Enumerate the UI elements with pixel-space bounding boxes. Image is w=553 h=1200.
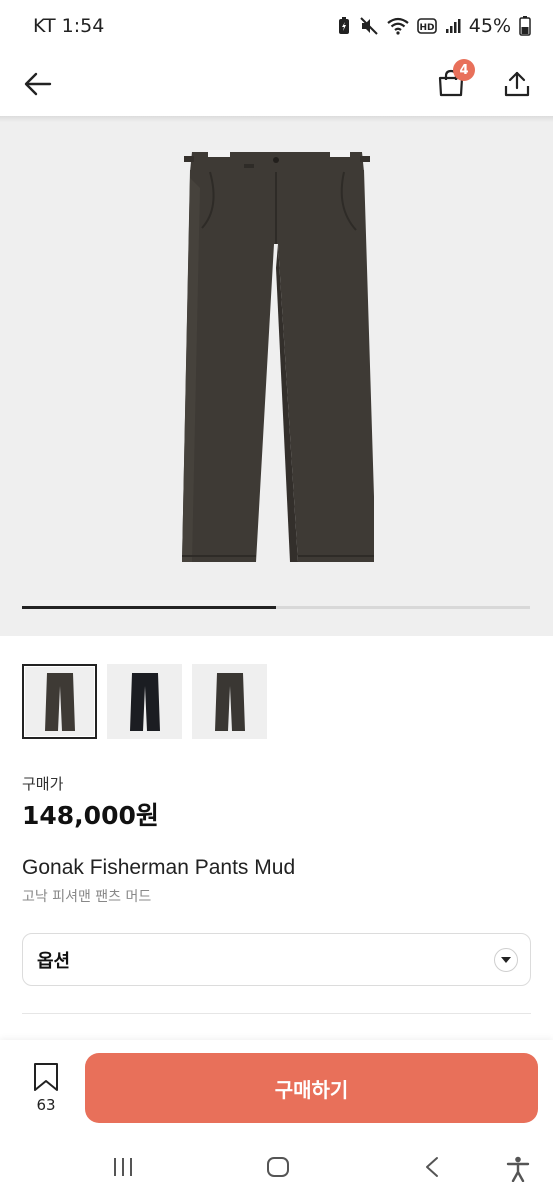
home-button[interactable] (266, 1156, 290, 1178)
signal-icon (445, 18, 461, 34)
carrier-time: KT 1:54 (33, 15, 105, 37)
status-bar: KT 1:54 HD 45% (0, 0, 553, 52)
accessibility-icon (506, 1156, 530, 1182)
product-name-ko: 고낙 피셔맨 팬츠 머드 (22, 889, 152, 905)
recent-apps-icon (114, 1158, 132, 1176)
share-icon (504, 71, 530, 97)
pants-image (182, 150, 374, 562)
price-value: 148,000원 (22, 801, 159, 830)
status-icons: HD 45% (337, 15, 531, 37)
cart-count-badge: 4 (453, 59, 475, 81)
back-nav-button[interactable] (424, 1156, 440, 1178)
thumbnail-3[interactable] (192, 664, 267, 739)
product-image-gallery[interactable] (0, 116, 553, 636)
hero-shadow (0, 116, 553, 122)
chevron-left-icon (426, 1157, 438, 1177)
system-nav-bar (0, 1138, 553, 1200)
bottom-action-bar: 63 구매하기 (0, 1040, 553, 1138)
thumbnail-list (22, 664, 267, 739)
cart-button[interactable]: 4 (437, 59, 475, 99)
arrow-left-icon (24, 72, 52, 96)
pants-thumbnail (44, 672, 75, 731)
gallery-progress-bar (22, 606, 530, 609)
pants-thumbnail (214, 672, 245, 731)
battery-icon (519, 16, 531, 36)
pants-thumbnail (129, 672, 160, 731)
bookmark-count: 63 (36, 1096, 56, 1114)
recent-apps-button[interactable] (112, 1156, 134, 1178)
wifi-icon (387, 17, 409, 35)
home-icon (267, 1157, 289, 1177)
svg-text:HD: HD (419, 23, 434, 33)
bookmark-button[interactable]: 63 (24, 1062, 68, 1114)
back-button[interactable] (24, 72, 52, 96)
product-name-en: Gonak Fisherman Pants Mud (22, 856, 296, 879)
price-label: 구매가 (22, 775, 64, 793)
chevron-down-icon (494, 947, 518, 972)
option-label: 옵션 (37, 950, 71, 972)
battery-percent: 45% (468, 15, 511, 37)
battery-saver-icon (337, 17, 351, 35)
thumbnail-2[interactable] (107, 664, 182, 739)
bookmark-icon (34, 1063, 58, 1091)
thumbnail-1[interactable] (22, 664, 97, 739)
divider (22, 1013, 531, 1014)
share-button[interactable] (503, 70, 531, 98)
app-bar: 4 (0, 52, 553, 116)
accessibility-button[interactable] (506, 1156, 530, 1182)
hd-icon: HD (416, 18, 437, 34)
option-select[interactable]: 옵션 (22, 933, 531, 986)
mute-icon (359, 16, 379, 36)
buy-button[interactable]: 구매하기 (85, 1053, 538, 1123)
gallery-progress-fill (22, 606, 276, 609)
